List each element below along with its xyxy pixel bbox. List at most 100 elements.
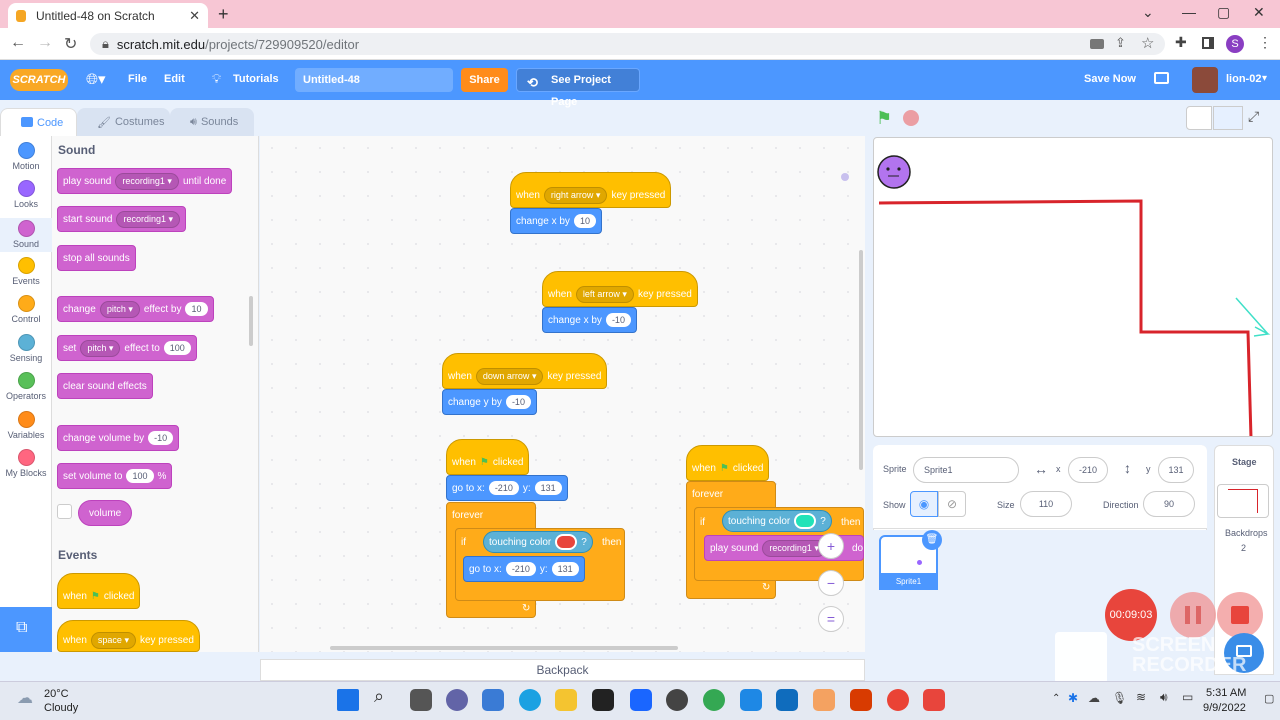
cloud-weather-icon[interactable]: ☁︎ [17, 688, 33, 708]
screen-recorder-icon[interactable] [923, 689, 945, 711]
tab-costumes[interactable]: 🖌︎ Costumes [77, 108, 170, 136]
file-menu[interactable]: File [128, 73, 147, 85]
sprite-name-input[interactable]: Sprite1 [913, 457, 1019, 483]
category-variables[interactable]: Variables [0, 411, 52, 440]
sound-dropdown[interactable]: recording1 ▾ [115, 172, 179, 190]
globe-language-icon[interactable]: 🌐︎▾ [86, 70, 106, 88]
go-to-xy-block[interactable]: go to x: -210 y: 131 [446, 475, 568, 501]
scratch-app-icon[interactable] [813, 689, 835, 711]
task-view-icon[interactable] [410, 689, 432, 711]
save-now-button[interactable]: Save Now [1084, 73, 1136, 85]
key-dropdown[interactable]: down arrow ▾ [475, 367, 544, 385]
profile-avatar[interactable]: S [1226, 35, 1244, 53]
backpack-bar[interactable]: Backpack [260, 659, 865, 681]
sound-dropdown[interactable]: recording1 ▾ [116, 210, 181, 228]
touching-color-block[interactable]: touching color? [483, 531, 593, 553]
hide-eye-icon[interactable]: ⊘ [938, 491, 966, 517]
show-visible-eye-icon[interactable]: ◉ [910, 491, 938, 517]
chrome-icon[interactable] [887, 689, 909, 711]
when-flag-clicked-block[interactable]: when ⚑ clicked [57, 573, 141, 609]
color-swatch-red[interactable] [555, 534, 578, 550]
recorder-preview[interactable] [1055, 632, 1107, 684]
x-input[interactable]: -210 [505, 562, 536, 576]
microphone-icon[interactable]: 🎙︎ [1112, 691, 1127, 705]
number-input[interactable]: -10 [605, 313, 631, 327]
camera-icon[interactable] [1090, 39, 1104, 49]
change-x-by-block[interactable]: change x by -10 [542, 307, 637, 333]
set-effect-block[interactable]: set pitch ▾ effect to 100 [57, 335, 197, 361]
minimize-icon[interactable]: — [1182, 4, 1196, 20]
change-volume-block[interactable]: change volume by -10 [57, 425, 180, 451]
zoom-reset-button[interactable]: = [818, 606, 844, 632]
maximize-icon[interactable]: ▢ [1217, 4, 1230, 21]
effect-dropdown[interactable]: pitch ▾ [99, 300, 140, 318]
number-input[interactable]: 100 [126, 469, 154, 483]
x-input[interactable]: -210 [488, 481, 519, 495]
clock-date[interactable]: 9/9/2022 [1203, 702, 1246, 714]
go-to-xy-block[interactable]: go to x: -210 y: 131 [463, 556, 585, 582]
direction-input[interactable]: 90 [1143, 491, 1195, 517]
green-flag-icon[interactable]: ⚑ [876, 108, 892, 129]
reload-icon[interactable]: ↻ [64, 34, 77, 54]
number-input[interactable]: 10 [573, 214, 596, 228]
change-x-by-block[interactable]: change x by 10 [510, 208, 602, 234]
x-input[interactable]: -210 [1068, 457, 1108, 483]
share-page-icon[interactable]: ⇪ [1115, 35, 1126, 51]
category-looks[interactable]: Looks [0, 180, 52, 209]
new-tab-button[interactable]: + [218, 4, 229, 25]
category-control[interactable]: Control [0, 295, 52, 324]
size-input[interactable]: 110 [1020, 491, 1072, 517]
calculator-icon[interactable] [740, 689, 762, 711]
close-window-icon[interactable]: ✕ [1253, 4, 1265, 21]
play-sound-until-done-block[interactable]: play sound recording1 ▾ until done [57, 168, 233, 194]
start-sound-block[interactable]: start sound recording1 ▾ [57, 206, 187, 232]
bookmark-star-icon[interactable]: ☆ [1141, 34, 1154, 52]
browser-tab[interactable]: Untitled-48 on Scratch ✕ [8, 3, 208, 28]
clear-sound-effects-block[interactable]: clear sound effects [57, 373, 153, 399]
y-input[interactable]: 131 [534, 481, 562, 495]
number-input[interactable]: 10 [185, 302, 208, 316]
tray-chevron-icon[interactable]: ⌃ [1052, 693, 1060, 704]
delete-sprite-trash-icon[interactable]: 🗑︎ [922, 530, 942, 550]
browser-menu-icon[interactable]: ⋮ [1258, 34, 1272, 51]
color-swatch-teal[interactable] [794, 513, 817, 529]
wifi-icon[interactable]: ≋ [1136, 690, 1146, 704]
category-sound[interactable]: Sound [0, 218, 52, 252]
category-operators[interactable]: Operators [0, 372, 52, 401]
when-down-arrow-pressed-block[interactable]: when down arrow ▾ key pressed [442, 353, 608, 389]
y-input[interactable]: 131 [1158, 457, 1194, 483]
extensions-puzzle-icon[interactable]: ✚ [1175, 34, 1187, 51]
change-effect-block[interactable]: change pitch ▾ effect by 10 [57, 296, 214, 322]
side-panel-icon[interactable] [1202, 37, 1214, 49]
backdrop-thumbnail[interactable] [1217, 484, 1269, 518]
battery-icon[interactable]: ▭ [1182, 690, 1193, 704]
file-explorer-icon[interactable] [555, 689, 577, 711]
change-y-by-block[interactable]: change y by -10 [442, 389, 537, 415]
tutorials-button[interactable]: Tutorials [233, 73, 279, 85]
category-motion[interactable]: Motion [0, 142, 52, 171]
add-extension-button[interactable]: ⧉ [0, 607, 52, 652]
amazon-icon[interactable] [592, 689, 614, 711]
cloud-sync-icon[interactable]: ☁︎ [1088, 691, 1100, 705]
number-input[interactable]: 100 [163, 341, 191, 355]
workspace-vscrollbar[interactable] [859, 250, 863, 470]
when-key-pressed-block[interactable]: when space ▾ key pressed [57, 620, 200, 652]
tab-code[interactable]: Code [0, 108, 77, 136]
search-icon[interactable]: ⌕ [374, 686, 384, 707]
small-stage-button[interactable] [1186, 106, 1212, 130]
recorder-stop-button[interactable] [1217, 592, 1263, 638]
tab-sounds[interactable]: 🔊︎ Sounds [170, 108, 254, 136]
dropbox-icon[interactable] [630, 689, 652, 711]
stage-canvas[interactable] [873, 137, 1273, 437]
category-my-blocks[interactable]: My Blocks [0, 449, 52, 478]
windows-start-icon[interactable] [337, 689, 359, 711]
chrome-alt-icon[interactable] [703, 689, 725, 711]
clock-time[interactable]: 5:31 AM [1206, 687, 1246, 699]
notifications-icon[interactable]: ▢ [1264, 692, 1274, 705]
workspace-hscrollbar[interactable] [330, 646, 678, 650]
palette-scrollbar[interactable] [249, 296, 253, 346]
normal-stage-button[interactable] [1213, 106, 1243, 130]
close-tab-icon[interactable]: ✕ [189, 8, 200, 24]
key-dropdown[interactable]: space ▾ [90, 631, 136, 649]
project-title-input[interactable]: Untitled-48 [295, 68, 453, 92]
